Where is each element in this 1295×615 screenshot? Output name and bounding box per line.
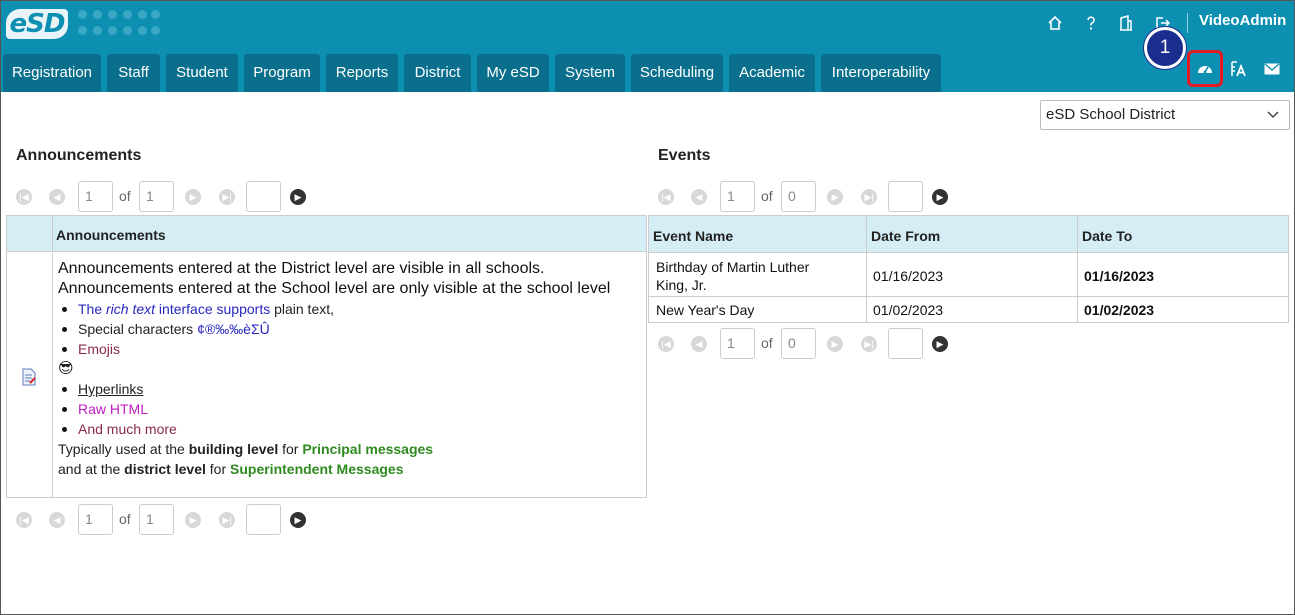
page-input[interactable]: 1	[720, 328, 755, 359]
event-date-from-cell: 01/16/2023	[873, 268, 944, 284]
tab-student[interactable]: Student	[166, 54, 238, 92]
tab-registration[interactable]: Registration	[3, 54, 101, 92]
events-table: Event Name Date From Date To Birthday of…	[648, 215, 1289, 323]
hyperlinks-link[interactable]: Hyperlinks	[78, 381, 143, 397]
first-page-icon[interactable]: |◀	[16, 189, 32, 205]
go-page-icon[interactable]: ▶	[290, 512, 306, 528]
building-icon[interactable]	[1115, 12, 1137, 34]
next-page-icon[interactable]: ▶	[827, 189, 843, 205]
event-name-cell: Birthday of Martin Luther King, Jr.	[656, 259, 810, 293]
first-page-icon[interactable]: |◀	[658, 336, 674, 352]
logo-dots-decoration	[78, 10, 160, 38]
last-page-icon[interactable]: ▶|	[219, 189, 235, 205]
edit-document-icon[interactable]	[21, 368, 37, 386]
next-page-icon[interactable]: ▶	[185, 189, 201, 205]
announcements-title: Announcements	[16, 147, 142, 164]
events-pager-bottom: |◀ ◀ 1 of 0 ▶ ▶| ▶	[658, 328, 958, 360]
page-input[interactable]: 1	[720, 181, 755, 212]
table-row[interactable]: Birthday of Martin Luther King, Jr. 01/16…	[649, 253, 1288, 297]
last-page-icon[interactable]: ▶|	[219, 512, 235, 528]
page-total: 0	[781, 181, 816, 212]
esd-logo: eSD	[6, 9, 68, 39]
page-total: 0	[781, 328, 816, 359]
prev-page-icon[interactable]: ◀	[49, 189, 65, 205]
last-page-icon[interactable]: ▶|	[861, 189, 877, 205]
event-date-to-cell: 01/16/2023	[1084, 268, 1155, 284]
step-callout-badge: 1	[1144, 27, 1186, 69]
username-link[interactable]: VideoAdmin	[1199, 12, 1286, 29]
announcements-table-header: Announcements	[7, 216, 646, 252]
announcement-line-district: and at the district level for Superinten…	[58, 461, 404, 477]
goto-page-input[interactable]	[246, 181, 281, 212]
announcements-pager-bottom: |◀ ◀ 1 of 1 ▶ ▶| ▶	[16, 504, 316, 536]
sunglasses-emoji: 😎	[58, 360, 74, 377]
dashboard-highlight-box	[1187, 50, 1223, 87]
go-page-icon[interactable]: ▶	[290, 189, 306, 205]
goto-page-input[interactable]	[888, 328, 923, 359]
tab-academic[interactable]: Academic	[729, 54, 815, 92]
announcements-pager-top: |◀ ◀ 1 of 1 ▶ ▶| ▶	[16, 181, 316, 213]
event-name-cell: New Year's Day	[656, 302, 755, 318]
page-input[interactable]: 1	[78, 504, 113, 535]
events-title: Events	[658, 147, 711, 164]
page-input[interactable]: 1	[78, 181, 113, 212]
table-row[interactable]: New Year's Day 01/02/2023 01/02/2023	[649, 297, 1288, 322]
announcement-bullet-emojis: Emojis	[58, 339, 643, 359]
announcements-table: Announcements Announcements entered at t…	[6, 215, 647, 498]
goto-page-input[interactable]	[888, 181, 923, 212]
go-page-icon[interactable]: ▶	[932, 336, 948, 352]
events-pager-top: |◀ ◀ 1 of 0 ▶ ▶| ▶	[658, 181, 958, 213]
announcements-column-header[interactable]: Announcements	[56, 227, 166, 243]
event-date-to-cell: 01/02/2023	[1084, 302, 1155, 318]
announcement-line-1: Announcements entered at the District le…	[58, 260, 545, 277]
last-page-icon[interactable]: ▶|	[861, 336, 877, 352]
prev-page-icon[interactable]: ◀	[691, 336, 707, 352]
events-table-header: Event Name Date From Date To	[649, 216, 1288, 253]
page-total: 1	[139, 504, 174, 535]
page-of-label: of	[119, 188, 131, 204]
first-page-icon[interactable]: |◀	[16, 512, 32, 528]
district-select-value: eSD School District	[1046, 106, 1176, 123]
username-divider	[1187, 13, 1188, 33]
first-page-icon[interactable]: |◀	[658, 189, 674, 205]
next-page-icon[interactable]: ▶	[827, 336, 843, 352]
announcement-line-building: Typically used at the building level for…	[58, 441, 434, 457]
prev-page-icon[interactable]: ◀	[49, 512, 65, 528]
event-date-from-cell: 01/02/2023	[873, 302, 944, 318]
tab-staff[interactable]: Staff	[107, 54, 160, 92]
mail-icon[interactable]	[1258, 55, 1286, 83]
announcement-bullet-much-more: And much more	[58, 419, 643, 439]
announcement-bullet-rich-text: The rich text interface supports plain t…	[58, 299, 643, 319]
chevron-down-icon	[1267, 101, 1279, 129]
announcement-bullet-raw-html: Raw HTML	[58, 399, 643, 419]
district-select[interactable]: eSD School District	[1040, 100, 1290, 130]
tab-district[interactable]: District	[404, 54, 471, 92]
tab-system[interactable]: System	[555, 54, 625, 92]
home-icon[interactable]	[1044, 12, 1066, 34]
tab-interoperability[interactable]: Interoperability	[821, 54, 941, 92]
announcement-bullet-hyperlinks: Hyperlinks	[58, 379, 643, 399]
tab-my-esd[interactable]: My eSD	[477, 54, 549, 92]
page-total: 1	[139, 181, 174, 212]
next-page-icon[interactable]: ▶	[185, 512, 201, 528]
go-page-icon[interactable]: ▶	[932, 189, 948, 205]
tab-scheduling[interactable]: Scheduling	[631, 54, 723, 92]
column-date-to[interactable]: Date To	[1082, 228, 1132, 244]
announcement-content: Announcements entered at the District le…	[58, 259, 643, 479]
column-date-from[interactable]: Date From	[871, 228, 940, 244]
goto-page-input[interactable]	[246, 504, 281, 535]
help-icon[interactable]	[1080, 12, 1102, 34]
announcement-bullet-special-chars: Special characters ¢®‰‰èΣÛ	[58, 319, 643, 339]
tab-reports[interactable]: Reports	[326, 54, 398, 92]
font-settings-icon[interactable]	[1224, 55, 1252, 83]
page-of-label: of	[119, 511, 131, 527]
page-of-label: of	[761, 188, 773, 204]
page-of-label: of	[761, 335, 773, 351]
prev-page-icon[interactable]: ◀	[691, 189, 707, 205]
announcement-line-2: Announcements entered at the School leve…	[58, 280, 611, 297]
tab-program[interactable]: Program	[244, 54, 320, 92]
column-event-name[interactable]: Event Name	[653, 228, 733, 244]
